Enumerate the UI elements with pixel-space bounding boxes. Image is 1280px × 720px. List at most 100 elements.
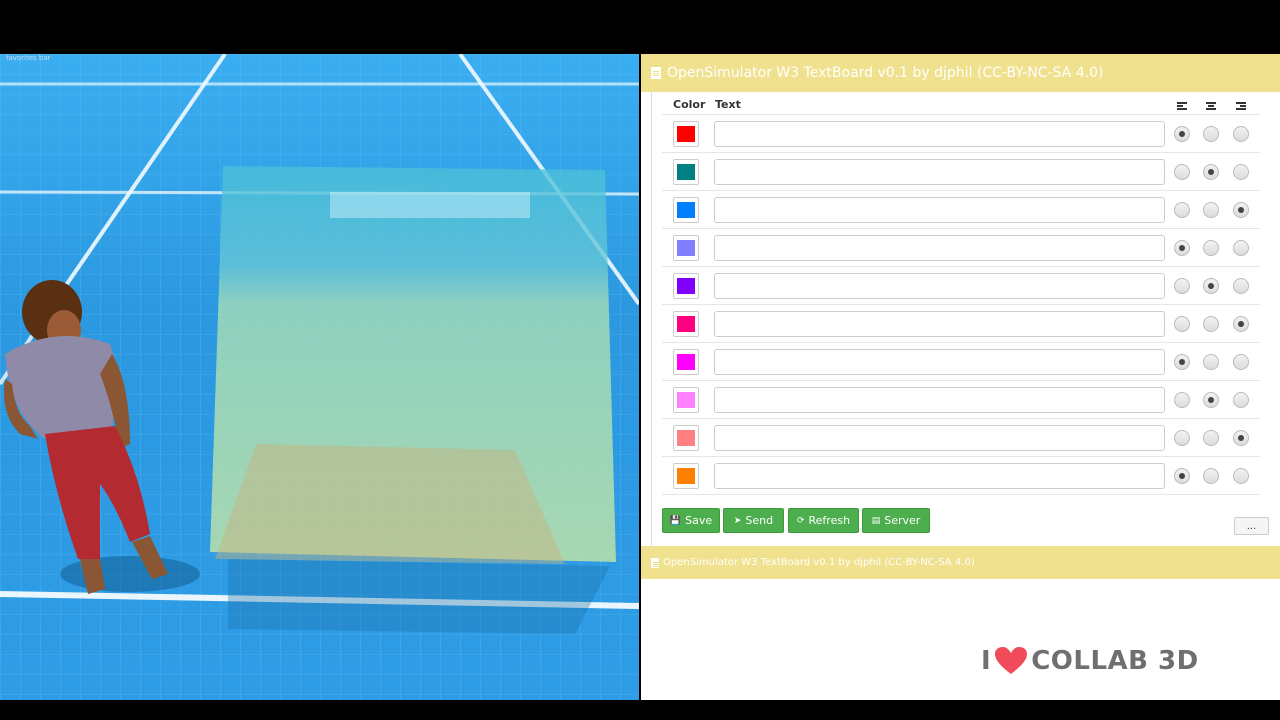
text-line-input[interactable] bbox=[714, 425, 1165, 451]
color-swatch bbox=[677, 240, 695, 256]
align-center-radio[interactable] bbox=[1203, 278, 1219, 294]
align-right-radio[interactable] bbox=[1233, 316, 1249, 332]
align-left-radio[interactable] bbox=[1174, 126, 1190, 142]
color-picker-button[interactable] bbox=[673, 463, 699, 489]
text-line-input[interactable] bbox=[714, 387, 1165, 413]
textboard-panel: OpenSimulator W3 TextBoard v0.1 by djphi… bbox=[641, 54, 1280, 700]
refresh-button[interactable]: ⟳ Refresh bbox=[788, 508, 859, 533]
align-left-radio[interactable] bbox=[1174, 392, 1190, 408]
color-swatch bbox=[677, 202, 695, 218]
footer-title: OpenSimulator W3 TextBoard v0.1 by djphi… bbox=[663, 557, 975, 568]
color-picker-button[interactable] bbox=[673, 425, 699, 451]
app-frame: favorites bar OpenSimulator W3 TextBoard… bbox=[0, 54, 1280, 700]
document-icon bbox=[651, 557, 659, 568]
align-left-radio[interactable] bbox=[1174, 354, 1190, 370]
more-button[interactable]: ... bbox=[1234, 517, 1269, 535]
text-row bbox=[662, 114, 1260, 152]
heart-icon bbox=[995, 647, 1028, 674]
text-row bbox=[662, 152, 1260, 190]
align-right-radio[interactable] bbox=[1233, 126, 1249, 142]
color-picker-button[interactable] bbox=[673, 387, 699, 413]
align-center-icon bbox=[1206, 102, 1216, 111]
text-line-input[interactable] bbox=[714, 235, 1165, 261]
text-row bbox=[662, 228, 1260, 266]
align-right-radio[interactable] bbox=[1233, 430, 1249, 446]
3d-viewport[interactable]: favorites bar bbox=[0, 54, 639, 700]
color-picker-button[interactable] bbox=[673, 197, 699, 223]
align-center-radio[interactable] bbox=[1203, 354, 1219, 370]
document-icon bbox=[651, 67, 661, 79]
align-right-radio[interactable] bbox=[1233, 202, 1249, 218]
align-left-icon bbox=[1177, 102, 1187, 111]
paper-plane-icon: ➤ bbox=[733, 515, 742, 526]
align-left-radio[interactable] bbox=[1174, 316, 1190, 332]
row-divider bbox=[662, 494, 1260, 495]
send-button[interactable]: ➤ Send bbox=[723, 508, 784, 533]
color-swatch bbox=[677, 468, 695, 484]
align-right-radio[interactable] bbox=[1233, 392, 1249, 408]
refresh-icon: ⟳ bbox=[796, 515, 805, 526]
text-line-input[interactable] bbox=[714, 273, 1165, 299]
panel-header: OpenSimulator W3 TextBoard v0.1 by djphi… bbox=[641, 54, 1280, 92]
server-button[interactable]: ▤ Server bbox=[862, 508, 930, 533]
align-left-radio[interactable] bbox=[1174, 430, 1190, 446]
color-column-header: Color bbox=[673, 98, 706, 111]
text-line-input[interactable] bbox=[714, 197, 1165, 223]
color-swatch bbox=[677, 316, 695, 332]
color-picker-button[interactable] bbox=[673, 121, 699, 147]
color-picker-button[interactable] bbox=[673, 235, 699, 261]
text-row bbox=[662, 266, 1260, 304]
align-right-radio[interactable] bbox=[1233, 278, 1249, 294]
color-picker-button[interactable] bbox=[673, 311, 699, 337]
color-picker-button[interactable] bbox=[673, 273, 699, 299]
color-picker-button[interactable] bbox=[673, 349, 699, 375]
color-swatch bbox=[677, 430, 695, 446]
text-row bbox=[662, 342, 1260, 380]
logo-prefix: I bbox=[981, 646, 992, 676]
text-row bbox=[662, 418, 1260, 456]
align-center-radio[interactable] bbox=[1203, 164, 1219, 180]
text-column-header: Text bbox=[715, 98, 741, 111]
align-center-radio[interactable] bbox=[1203, 126, 1219, 142]
align-right-radio[interactable] bbox=[1233, 164, 1249, 180]
align-left-radio[interactable] bbox=[1174, 468, 1190, 484]
text-line-input[interactable] bbox=[714, 311, 1165, 337]
align-left-radio[interactable] bbox=[1174, 278, 1190, 294]
avatar-figure[interactable] bbox=[0, 54, 639, 700]
logo-suffix: COLLAB 3D bbox=[1031, 646, 1199, 676]
align-left-radio[interactable] bbox=[1174, 240, 1190, 256]
color-swatch bbox=[677, 164, 695, 180]
align-left-radio[interactable] bbox=[1174, 164, 1190, 180]
color-picker-button[interactable] bbox=[673, 159, 699, 185]
color-swatch bbox=[677, 354, 695, 370]
text-row bbox=[662, 190, 1260, 228]
align-right-radio[interactable] bbox=[1233, 240, 1249, 256]
floppy-icon: 💾 bbox=[669, 515, 682, 526]
server-icon: ▤ bbox=[871, 515, 881, 526]
collab3d-logo: I COLLAB 3D bbox=[981, 646, 1199, 676]
align-center-radio[interactable] bbox=[1203, 468, 1219, 484]
save-button[interactable]: 💾 Save bbox=[662, 508, 720, 533]
align-center-radio[interactable] bbox=[1203, 430, 1219, 446]
align-center-radio[interactable] bbox=[1203, 316, 1219, 332]
text-row bbox=[662, 380, 1260, 418]
align-center-radio[interactable] bbox=[1203, 202, 1219, 218]
textboard-form: Color Text 💾 Save ➤ Send ⟳ Refresh ▤ Server bbox=[651, 92, 1279, 546]
text-row bbox=[662, 456, 1260, 494]
color-swatch bbox=[677, 126, 695, 142]
align-center-radio[interactable] bbox=[1203, 392, 1219, 408]
color-swatch bbox=[677, 278, 695, 294]
align-right-icon bbox=[1236, 102, 1246, 111]
align-center-radio[interactable] bbox=[1203, 240, 1219, 256]
color-swatch bbox=[677, 392, 695, 408]
text-line-input[interactable] bbox=[714, 159, 1165, 185]
align-right-radio[interactable] bbox=[1233, 354, 1249, 370]
viewport-title: favorites bar bbox=[6, 54, 51, 62]
align-left-radio[interactable] bbox=[1174, 202, 1190, 218]
text-line-input[interactable] bbox=[714, 121, 1165, 147]
text-line-input[interactable] bbox=[714, 463, 1165, 489]
align-right-radio[interactable] bbox=[1233, 468, 1249, 484]
footer-bar: OpenSimulator W3 TextBoard v0.1 by djphi… bbox=[641, 546, 1280, 579]
panel-header-title: OpenSimulator W3 TextBoard v0.1 by djphi… bbox=[667, 65, 1104, 81]
text-line-input[interactable] bbox=[714, 349, 1165, 375]
